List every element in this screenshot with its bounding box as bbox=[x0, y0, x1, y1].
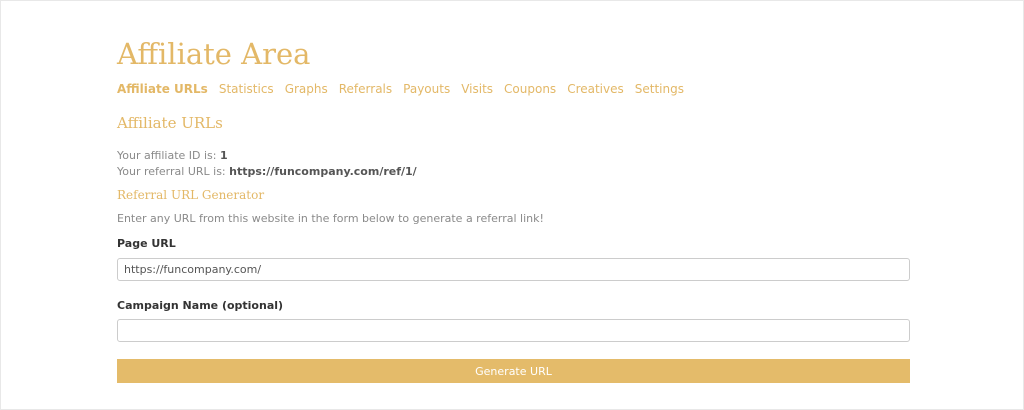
affiliate-id-line: Your affiliate ID is: 1 bbox=[117, 149, 228, 163]
tab-affiliate-urls[interactable]: Affiliate URLs bbox=[117, 81, 208, 97]
generate-url-button[interactable]: Generate URL bbox=[117, 359, 910, 383]
page-title: Affiliate Area bbox=[117, 37, 311, 71]
campaign-name-label: Campaign Name (optional) bbox=[117, 299, 284, 312]
tab-creatives[interactable]: Creatives bbox=[567, 81, 624, 97]
tab-referrals[interactable]: Referrals bbox=[339, 81, 392, 97]
tab-payouts[interactable]: Payouts bbox=[403, 81, 450, 97]
affiliate-id-value: 1 bbox=[220, 149, 228, 162]
generator-help-text: Enter any URL from this website in the f… bbox=[117, 212, 544, 225]
affiliate-id-label: Your affiliate ID is: bbox=[117, 149, 217, 162]
campaign-name-input[interactable] bbox=[117, 319, 910, 342]
page-url-input[interactable] bbox=[117, 258, 910, 281]
tab-statistics[interactable]: Statistics bbox=[219, 81, 274, 97]
tab-coupons[interactable]: Coupons bbox=[504, 81, 556, 97]
referral-url-label: Your referral URL is: bbox=[117, 165, 226, 178]
section-title-affiliate-urls: Affiliate URLs bbox=[117, 114, 223, 132]
referral-url-value: https://funcompany.com/ref/1/ bbox=[229, 165, 417, 178]
section-title-referral-url-generator: Referral URL Generator bbox=[117, 188, 265, 202]
affiliate-tabs: Affiliate URLs Statistics Graphs Referra… bbox=[117, 81, 684, 97]
tab-visits[interactable]: Visits bbox=[461, 81, 493, 97]
tab-graphs[interactable]: Graphs bbox=[285, 81, 328, 97]
referral-url-line: Your referral URL is: https://funcompany… bbox=[117, 165, 417, 179]
page-url-label: Page URL bbox=[117, 237, 176, 250]
page-frame: Affiliate Area Affiliate URLs Statistics… bbox=[0, 0, 1024, 410]
tab-settings[interactable]: Settings bbox=[635, 81, 684, 97]
